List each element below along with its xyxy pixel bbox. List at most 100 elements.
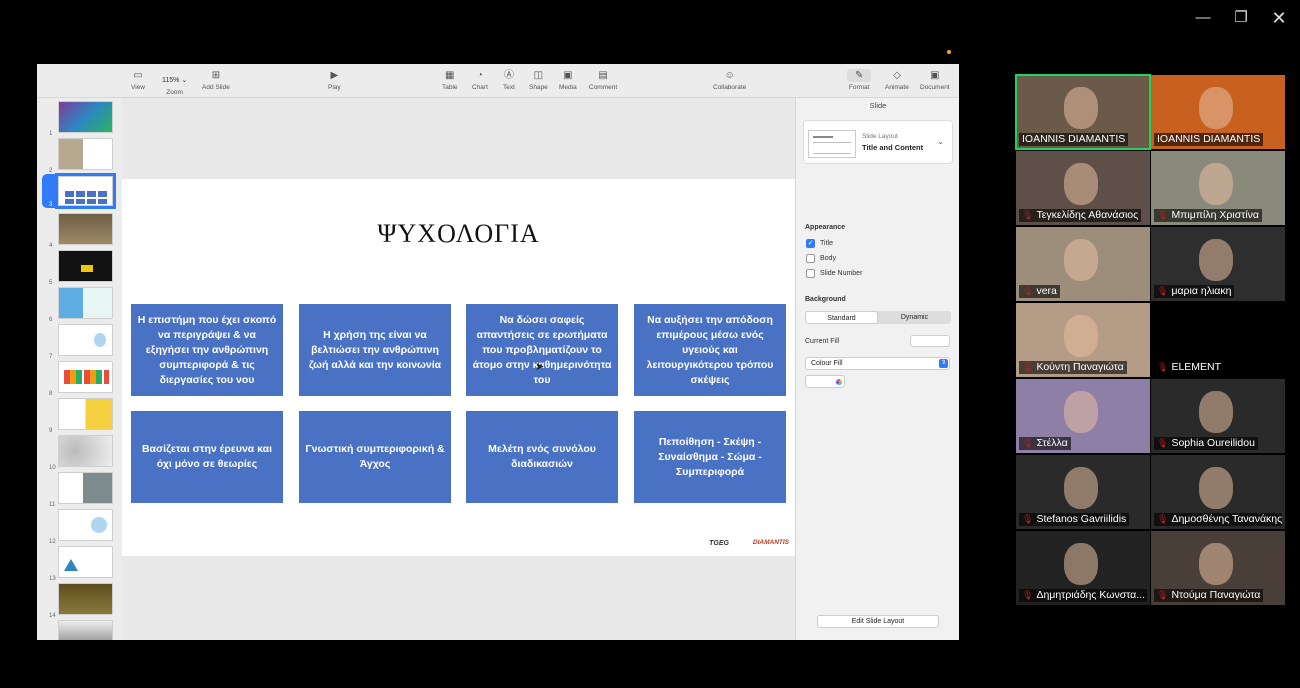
slide-layout-picker[interactable]: Slide Layout Title and Content ⌄ (803, 120, 953, 164)
play-button[interactable]: ▶ Play (328, 69, 341, 91)
maximize-button[interactable]: ❐ (1230, 8, 1252, 28)
thumbnail-image (58, 361, 113, 393)
content-box[interactable]: Πεποίθηση - Σκέψη - Συναίσθημα - Σώμα - … (634, 411, 786, 503)
title-checkbox[interactable]: ✓ Title (806, 239, 833, 248)
slide-thumbnail[interactable]: 2 (37, 138, 122, 174)
text-button[interactable]: Ⓐ Text (503, 69, 515, 91)
mic-muted-icon: 🎙 (1022, 438, 1034, 448)
updown-arrows-icon: ⇕ (939, 359, 948, 368)
animate-button[interactable]: ◇ Animate (885, 69, 909, 91)
participant-video (1199, 467, 1233, 509)
body-checkbox[interactable]: Body (806, 254, 836, 263)
participant-video (1199, 391, 1233, 433)
minimize-button[interactable]: — (1192, 8, 1214, 28)
background-mode-segmented-control[interactable]: Standard Dynamic (805, 311, 951, 324)
content-box[interactable]: Η χρήση της είναι να βελτιώσει την ανθρώ… (299, 304, 451, 396)
participant-name: IOANNIS DIAMANTIS (1022, 133, 1126, 145)
participant-tile[interactable]: 🎙 Κούντη Παναγιώτα (1016, 303, 1150, 377)
slide-canvas[interactable]: ΨΥΧΟΛΟΓΙΑ Η επιστήμη που έχει σκοπό να π… (122, 98, 795, 640)
format-inspector: Slide Slide Layout Title and Content ⌄ A… (795, 98, 959, 640)
participant-tile[interactable]: IOANNIS DIAMANTIS (1151, 75, 1285, 149)
thumbnail-image (58, 620, 113, 640)
collaborate-button[interactable]: ☺ Collaborate (713, 69, 746, 91)
zoom-button[interactable]: 115% ⌄ Zoom (160, 69, 189, 96)
background-heading: Background (805, 296, 846, 303)
participant-tile[interactable]: 🎙 Ντούμα Παναγιώτα (1151, 531, 1285, 605)
thumbnail-image (58, 435, 113, 467)
comment-button[interactable]: ▤ Comment (589, 69, 617, 91)
chart-button[interactable]: ◔ Chart (472, 69, 488, 91)
checkbox-label: Slide Number (820, 270, 863, 277)
participant-name: ELEMENT (1171, 361, 1222, 373)
document-label: Document (920, 84, 950, 91)
shape-button[interactable]: ◫ Shape (529, 69, 548, 91)
add-slide-label: Add Slide (202, 84, 230, 91)
edit-slide-layout-button[interactable]: Edit Slide Layout (817, 615, 939, 628)
close-button[interactable]: ✕ (1268, 8, 1290, 28)
color-picker-well[interactable] (805, 375, 845, 388)
slide-thumbnail[interactable]: 10 (37, 435, 122, 471)
play-icon: ▶ (330, 70, 339, 81)
slide-number-checkbox[interactable]: Slide Number (806, 269, 862, 278)
slide-thumbnail[interactable]: 8 (37, 361, 122, 397)
table-label: Table (442, 84, 458, 91)
current-fill-swatch[interactable] (910, 335, 950, 347)
slide-thumbnail[interactable] (37, 620, 122, 640)
participant-tile[interactable]: 🎙 Τεγκελίδης Αθανάσιος (1016, 151, 1150, 225)
participant-tile[interactable]: 🎙 Stefanos Gavriilidis (1016, 455, 1150, 529)
participant-tile[interactable]: 🎙 μαρια ηλιακη (1151, 227, 1285, 301)
slide-thumbnail-selected[interactable]: 3 (42, 173, 116, 209)
inspector-tab-slide[interactable]: Slide (796, 101, 959, 110)
format-label: Format (848, 84, 870, 91)
table-button[interactable]: ▦ Table (442, 69, 458, 91)
slide-thumbnail[interactable]: 14 (37, 583, 122, 619)
chevron-down-icon: ⌄ (937, 137, 944, 146)
slide-thumbnail[interactable]: 13 (37, 546, 122, 582)
participant-name-tag: 🎙 μαρια ηλιακη (1154, 285, 1235, 298)
content-box[interactable]: Η επιστήμη που έχει σκοπό να περιγράψει … (131, 304, 283, 396)
media-button[interactable]: ▣ Media (559, 69, 577, 91)
mic-muted-icon: 🎙 (1157, 210, 1169, 220)
sidebar-icon: ▭ (133, 70, 143, 81)
content-box[interactable]: Γνωστική συμπεριφορική & Άγχος (299, 411, 451, 503)
slide-number: 3 (49, 202, 53, 208)
slide-title[interactable]: ΨΥΧΟΛΟΓΙΑ (122, 219, 795, 249)
slide-number: 4 (49, 243, 53, 249)
content-box[interactable]: Να δώσει σαφείς απαντήσεις σε ερωτήματα … (466, 304, 618, 396)
shared-screen: ▭ View 115% ⌄ Zoom ⊞ Add Slide ▶ Play ▦ … (37, 42, 959, 640)
mic-muted-icon: 🎙 (1157, 438, 1169, 448)
participant-name-tag: IOANNIS DIAMANTIS (1154, 133, 1264, 146)
slide-thumbnail[interactable]: 5 (37, 250, 122, 286)
dynamic-option[interactable]: Dynamic (878, 311, 951, 324)
keynote-toolbar: ▭ View 115% ⌄ Zoom ⊞ Add Slide ▶ Play ▦ … (37, 64, 959, 98)
add-slide-button[interactable]: ⊞ Add Slide (202, 69, 230, 91)
slide-thumbnail[interactable]: 12 (37, 509, 122, 545)
participant-tile[interactable]: 🎙 ELEMENT (1151, 303, 1285, 377)
participant-video (1064, 543, 1098, 585)
participant-tile[interactable]: 🎙 Στέλλα (1016, 379, 1150, 453)
current-slide[interactable]: ΨΥΧΟΛΟΓΙΑ Η επιστήμη που έχει σκοπό να π… (122, 179, 795, 556)
document-button[interactable]: ▣ Document (920, 69, 950, 91)
view-button[interactable]: ▭ View (131, 69, 145, 91)
standard-option[interactable]: Standard (805, 311, 878, 324)
participant-name: Sophia Oureilidou (1171, 437, 1255, 449)
participant-tile[interactable]: 🎙 vera (1016, 227, 1150, 301)
slide-thumbnail[interactable]: 1 (37, 101, 122, 137)
participant-tile[interactable]: 🎙 Δημητριάδης Κωνστα... (1016, 531, 1150, 605)
slide-thumbnail[interactable]: 9 (37, 398, 122, 434)
format-button[interactable]: ✎ Format (847, 69, 872, 91)
participant-tile[interactable]: 🎙 Sophia Oureilidou (1151, 379, 1285, 453)
content-box[interactable]: Να αυξήσει την απόδοση επιμέρους μέσω εν… (634, 304, 786, 396)
slide-thumbnail[interactable]: 11 (37, 472, 122, 508)
slide-thumbnail[interactable]: 4 (37, 213, 122, 249)
content-box[interactable]: Μελέτη ενός συνόλου διαδικασιών (466, 411, 618, 503)
fill-type-select[interactable]: Colour Fill ⇕ (805, 357, 950, 370)
participant-tile[interactable]: 🎙 Μπιμπίλη Χριστίνα (1151, 151, 1285, 225)
participant-tile[interactable]: 🎙 Δημοσθένης Τανανάκης (1151, 455, 1285, 529)
slide-thumbnail[interactable]: 7 (37, 324, 122, 360)
view-label: View (131, 84, 145, 91)
content-box[interactable]: Βασίζεται στην έρευνα και όχι μόνο σε θε… (131, 411, 283, 503)
participant-tile[interactable]: IOANNIS DIAMANTIS (1015, 74, 1151, 150)
slide-number: 12 (49, 539, 56, 545)
slide-thumbnail[interactable]: 6 (37, 287, 122, 323)
